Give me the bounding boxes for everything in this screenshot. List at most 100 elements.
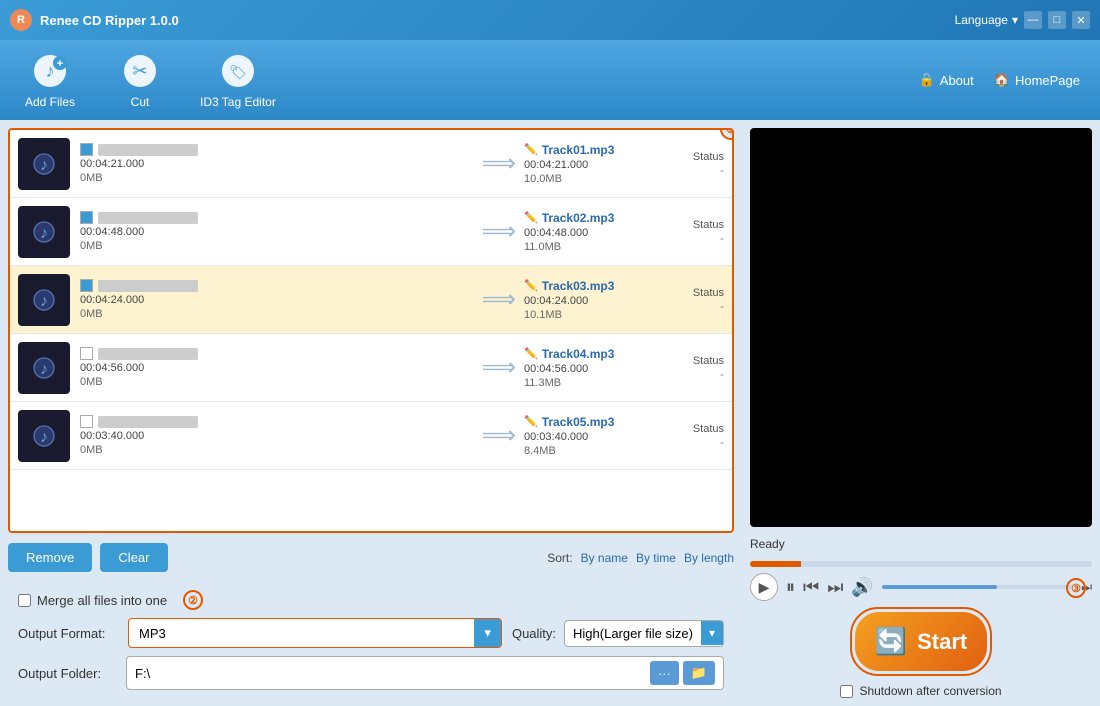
sort-by-time[interactable]: By time [636, 551, 676, 565]
track-size: 0MB [80, 172, 464, 184]
edit-icon[interactable]: ✏️ [524, 143, 538, 156]
quality-dropdown-button[interactable]: ▾ [701, 621, 723, 645]
status-value: - [664, 435, 724, 449]
output-filename: Track01.mp3 [542, 143, 615, 157]
folder-buttons: ··· 📁 [650, 661, 715, 685]
app-logo: R [10, 9, 32, 31]
prev-button[interactable]: ⏮ [803, 577, 819, 598]
track-output: ✏️ Track03.mp3 00:04:24.000 10.1MB [524, 279, 664, 321]
next-button[interactable]: ⏭ [827, 577, 843, 598]
volume-fill [882, 585, 997, 589]
format-label: Output Format: [18, 626, 118, 641]
homepage-link[interactable]: 🏠 HomePage [994, 72, 1080, 88]
id3-tag-label: ID3 Tag Editor [200, 95, 276, 109]
output-filename: Track05.mp3 [542, 415, 615, 429]
format-value: MP3 [129, 620, 474, 647]
svg-text:🏷: 🏷 [229, 64, 247, 80]
stop-button[interactable]: ⏸ [786, 577, 795, 598]
start-refresh-icon: 🔄 [875, 626, 907, 657]
folder-open-button[interactable]: 📁 [683, 661, 715, 685]
close-button[interactable]: ✕ [1072, 11, 1090, 29]
sort-label: Sort: [547, 551, 572, 565]
format-dropdown-button[interactable]: ▾ [474, 619, 501, 647]
track-status-col: Status - [664, 151, 724, 177]
track-duration: 00:04:48.000 [80, 226, 464, 238]
track-row: ♪ 00:04:21.000 0MB ⟹ ✏️ Track01.mp3 00:0… [10, 130, 732, 198]
track-checkbox[interactable] [80, 347, 93, 360]
shutdown-checkbox[interactable] [840, 685, 853, 698]
arrow-icon: ⟹ [474, 217, 524, 246]
svg-text:✂: ✂ [132, 61, 147, 81]
track-thumbnail: ♪ [18, 138, 70, 190]
svg-text:♪: ♪ [40, 361, 48, 378]
clear-button[interactable]: Clear [100, 543, 167, 572]
output-filename: Track04.mp3 [542, 347, 615, 361]
start-label: Start [917, 629, 967, 655]
track-duration: 00:03:40.000 [80, 430, 464, 442]
folder-browse-button[interactable]: ··· [650, 661, 679, 685]
track-output-name: ✏️ Track04.mp3 [524, 347, 664, 361]
output-size: 11.0MB [524, 241, 664, 253]
edit-icon[interactable]: ✏️ [524, 415, 538, 428]
track-checkbox[interactable] [80, 415, 93, 428]
edit-icon[interactable]: ✏️ [524, 347, 538, 360]
edit-icon[interactable]: ✏️ [524, 211, 538, 224]
track-row: ♪ 00:04:24.000 0MB ⟹ ✏️ Track03.mp3 00:0… [10, 266, 732, 334]
track-output-name: ✏️ Track02.mp3 [524, 211, 664, 225]
track-info: 00:03:40.000 0MB [70, 415, 474, 456]
merge-checkbox[interactable] [18, 594, 31, 607]
cut-label: Cut [131, 95, 150, 109]
player-progress-fill [750, 561, 801, 567]
toolbar-id3-tag[interactable]: 🏷 ID3 Tag Editor [200, 51, 276, 109]
track-check-row [80, 143, 464, 156]
track-checkbox[interactable] [80, 143, 93, 156]
track-checkbox[interactable] [80, 211, 93, 224]
track-output-name: ✏️ Track03.mp3 [524, 279, 664, 293]
quality-select-container: High(Larger file size) ▾ [564, 620, 724, 647]
volume-button[interactable]: 🔊 [851, 577, 873, 598]
title-bar-right: Language ▾ — □ ✕ [955, 11, 1090, 29]
about-link[interactable]: 🔒 About [919, 72, 974, 88]
toolbar: ♪ + Add Files ✂ Cut 🏷 ID3 Tag Editor 🔒 [0, 40, 1100, 120]
track-info: 00:04:56.000 0MB [70, 347, 474, 388]
track-name-blur [98, 348, 198, 360]
output-size: 10.0MB [524, 173, 664, 185]
track-status-col: Status - [664, 219, 724, 245]
track-thumbnail: ♪ [18, 342, 70, 394]
edit-icon[interactable]: ✏️ [524, 279, 538, 292]
start-button[interactable]: 🔄 Start [855, 612, 988, 671]
player-progress-bar[interactable] [750, 561, 1092, 567]
play-button[interactable]: ▶ [750, 573, 778, 601]
sort-by-name[interactable]: By name [581, 551, 628, 565]
ready-status: Ready [750, 533, 1092, 555]
folder-input[interactable] [135, 666, 650, 681]
track-output-name: ✏️ Track05.mp3 [524, 415, 664, 429]
bottom-controls: Remove Clear Sort: By name By time By le… [8, 539, 734, 576]
track-output: ✏️ Track04.mp3 00:04:56.000 11.3MB [524, 347, 664, 389]
track-thumbnail: ♪ [18, 274, 70, 326]
toolbar-add-files[interactable]: ♪ + Add Files [20, 51, 80, 109]
track-check-row [80, 211, 464, 224]
remove-button[interactable]: Remove [8, 543, 92, 572]
maximize-button[interactable]: □ [1048, 11, 1066, 29]
output-filename: Track03.mp3 [542, 279, 615, 293]
output-size: 10.1MB [524, 309, 664, 321]
status-label: Status [664, 287, 724, 299]
arrow-icon: ⟹ [474, 353, 524, 382]
track-thumbnail: ♪ [18, 206, 70, 258]
language-selector[interactable]: Language ▾ [955, 13, 1018, 27]
merge-label: Merge all files into one [37, 593, 167, 608]
volume-bar[interactable] [882, 585, 1073, 589]
shutdown-label: Shutdown after conversion [859, 684, 1001, 698]
output-size: 8.4MB [524, 445, 664, 457]
track-thumbnail: ♪ [18, 410, 70, 462]
svg-text:♪: ♪ [40, 157, 48, 174]
toolbar-cut[interactable]: ✂ Cut [110, 51, 170, 109]
track-checkbox[interactable] [80, 279, 93, 292]
output-duration: 00:04:48.000 [524, 227, 664, 239]
minimize-button[interactable]: — [1024, 11, 1042, 29]
track-info: 00:04:48.000 0MB [70, 211, 474, 252]
status-label: Status [664, 355, 724, 367]
folder-label: Output Folder: [18, 666, 118, 681]
sort-by-length[interactable]: By length [684, 551, 734, 565]
